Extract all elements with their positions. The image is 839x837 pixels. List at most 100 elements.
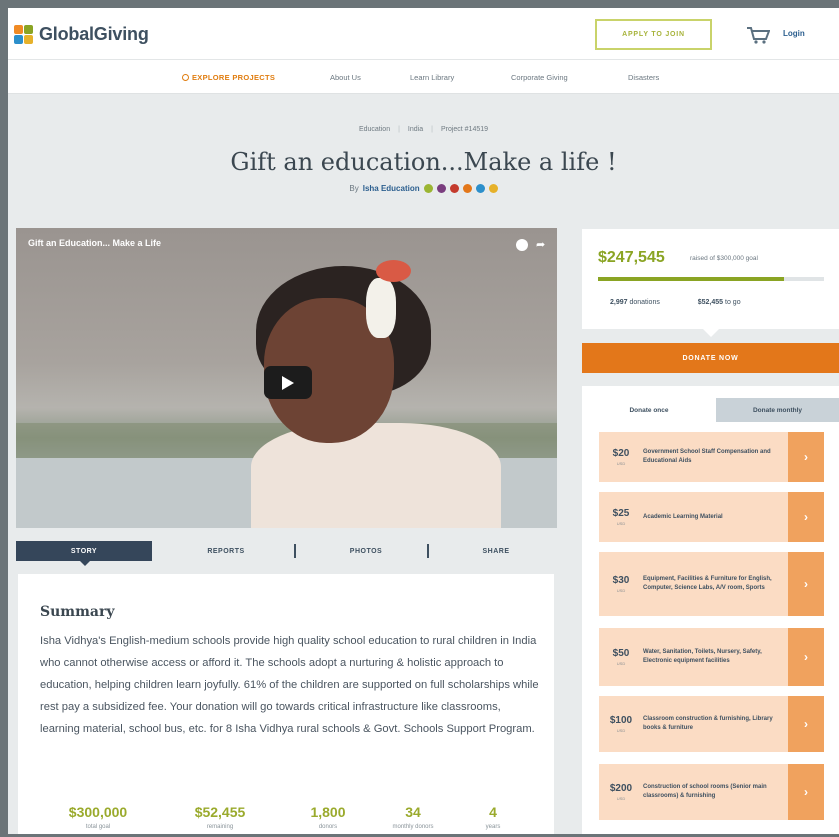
nav-about-us[interactable]: About Us <box>330 73 361 82</box>
tab-donate-monthly[interactable]: Donate monthly <box>716 398 839 422</box>
stat-value: $52,455 <box>194 804 246 820</box>
donation-description: Academic Learning Material <box>643 513 723 520</box>
chevron-right-icon[interactable]: › <box>788 696 824 752</box>
nav-corporate-giving[interactable]: Corporate Giving <box>511 73 568 82</box>
stat-value: 1,800 <box>310 804 346 820</box>
donation-amount: $20 <box>612 448 630 459</box>
donation-amount: $25 <box>612 508 630 519</box>
tab-photos[interactable]: PHOTOS <box>301 541 431 561</box>
callout-arrow <box>703 329 719 337</box>
globalgiving-logo[interactable]: GlobalGiving <box>14 24 149 45</box>
chevron-right-icon[interactable]: › <box>788 628 824 686</box>
badge-icon <box>436 184 446 193</box>
funding-counts: 2,997 donations $52,455 to go <box>610 299 741 306</box>
tab-divider <box>294 544 296 558</box>
chevron-right-icon[interactable]: › <box>788 432 824 482</box>
project-stats: $300,000 total goal $52,455 remaining 1,… <box>18 804 554 834</box>
donation-amount: $200 <box>609 783 633 794</box>
currency-label: USD <box>616 461 626 466</box>
stat-label: monthly donors <box>392 824 434 830</box>
chevron-right-icon[interactable]: › <box>788 492 824 542</box>
donation-description: Water, Sanitation, Toilets, Nursery, Saf… <box>643 649 762 664</box>
stat-value: 34 <box>405 804 421 820</box>
tab-reports[interactable]: REPORTS <box>161 541 291 561</box>
project-tabs: STORY REPORTS PHOTOS SHARE <box>16 541 557 566</box>
tab-share[interactable]: SHARE <box>436 541 556 561</box>
share-arrow-icon[interactable]: ➦ <box>536 239 548 251</box>
tab-donate-once[interactable]: Donate once <box>582 398 716 422</box>
badge-icon <box>475 184 485 193</box>
stat-value: 4 <box>489 804 497 820</box>
stat-label: remaining <box>206 824 234 830</box>
stat-donors: 1,800 donors <box>293 804 363 830</box>
search-icon <box>182 74 189 81</box>
chevron-right-icon[interactable]: › <box>788 764 824 820</box>
donate-now-button[interactable]: DONATE NOW <box>582 343 839 373</box>
donation-description: Construction of school rooms (Senior mai… <box>643 784 767 799</box>
currency-label: USD <box>616 728 626 733</box>
raised-goal-label: raised of $300,000 goal <box>690 255 758 262</box>
watch-later-icon[interactable] <box>516 239 528 251</box>
funding-summary: $247,545 raised of $300,000 goal 2,997 d… <box>582 229 839 329</box>
donation-description: Government School Staff Compensation and… <box>643 449 771 464</box>
donation-option[interactable]: $50 USD Water, Sanitation, Toilets, Nurse… <box>599 628 824 686</box>
badge-icon <box>449 184 459 193</box>
organization-link[interactable]: Isha Education <box>363 184 420 193</box>
donations-count: 2,997 <box>610 299 628 306</box>
stat-monthly-donors: 34 monthly donors <box>373 804 453 830</box>
breadcrumb-project-id: Project #14519 <box>440 126 489 133</box>
donation-amount: $100 <box>609 715 633 726</box>
donation-option[interactable]: $100 USD Classroom construction & furnish… <box>599 696 824 752</box>
donation-option[interactable]: $20 USD Government School Staff Compensat… <box>599 432 824 482</box>
donation-description: Equipment, Facilities & Furniture for En… <box>643 576 772 591</box>
chevron-right-icon[interactable]: › <box>788 552 824 616</box>
breadcrumb-separator: | <box>431 126 433 133</box>
currency-label: USD <box>616 661 626 666</box>
donation-amount-block: $25 USD <box>599 508 643 526</box>
currency-label: USD <box>616 796 626 801</box>
stat-label: donors <box>318 824 338 830</box>
verified-badge-icon <box>423 184 433 193</box>
breadcrumb-india[interactable]: India <box>408 126 423 133</box>
nav-explore-projects[interactable]: EXPLORE PROJECTS <box>182 73 275 82</box>
donation-amount-block: $100 USD <box>599 715 643 733</box>
donation-amount-block: $30 USD <box>599 575 643 593</box>
video-title: Gift an Education... Make a Life <box>28 238 162 248</box>
donation-option[interactable]: $30 USD Equipment, Facilities & Furniture… <box>599 552 824 616</box>
project-byline: By Isha Education <box>8 184 839 193</box>
video-subject <box>366 278 396 338</box>
donation-amount-block: $200 USD <box>599 783 643 801</box>
main-nav: EXPLORE PROJECTS About Us Learn Library … <box>8 60 839 94</box>
site-header: GlobalGiving APPLY TO JOIN Login <box>8 8 839 60</box>
stat-remaining: $52,455 remaining <box>180 804 260 830</box>
currency-label: USD <box>616 588 626 593</box>
tab-divider <box>427 544 429 558</box>
funding-progress-bar <box>598 277 824 281</box>
logo-icon <box>14 24 34 45</box>
donation-description: Classroom construction & furnishing, Lib… <box>643 716 773 731</box>
donation-amount-block: $20 USD <box>599 448 643 466</box>
donation-amount-block: $50 USD <box>599 648 643 666</box>
apply-to-join-button[interactable]: APPLY TO JOIN <box>595 19 712 50</box>
donations-label: donations <box>629 299 660 306</box>
project-title: Gift an education...Make a life ! <box>230 148 617 176</box>
project-video[interactable]: Gift an Education... Make a Life ➦ <box>16 228 557 528</box>
cart-icon[interactable] <box>746 26 770 44</box>
breadcrumb-separator: | <box>398 126 400 133</box>
nav-disasters[interactable]: Disasters <box>628 73 659 82</box>
raised-amount: $247,545 <box>598 249 665 266</box>
stat-value: $300,000 <box>68 804 128 820</box>
breadcrumb-education[interactable]: Education <box>359 126 390 133</box>
breadcrumb: Education | India | Project #14519 <box>8 126 839 133</box>
donation-amount: $30 <box>612 575 630 586</box>
summary-card: Summary Isha Vidhya's English-medium sch… <box>18 574 554 834</box>
stat-total-goal: $300,000 total goal <box>58 804 138 830</box>
play-icon <box>282 375 294 390</box>
login-link[interactable]: Login <box>783 29 805 38</box>
nav-learn-library[interactable]: Learn Library <box>410 73 454 82</box>
play-button[interactable] <box>264 366 312 399</box>
donation-option[interactable]: $200 USD Construction of school rooms (Se… <box>599 764 824 820</box>
donation-option[interactable]: $25 USD Academic Learning Material › <box>599 492 824 542</box>
tab-story[interactable]: STORY <box>16 541 152 561</box>
donation-amount: $50 <box>612 648 630 659</box>
